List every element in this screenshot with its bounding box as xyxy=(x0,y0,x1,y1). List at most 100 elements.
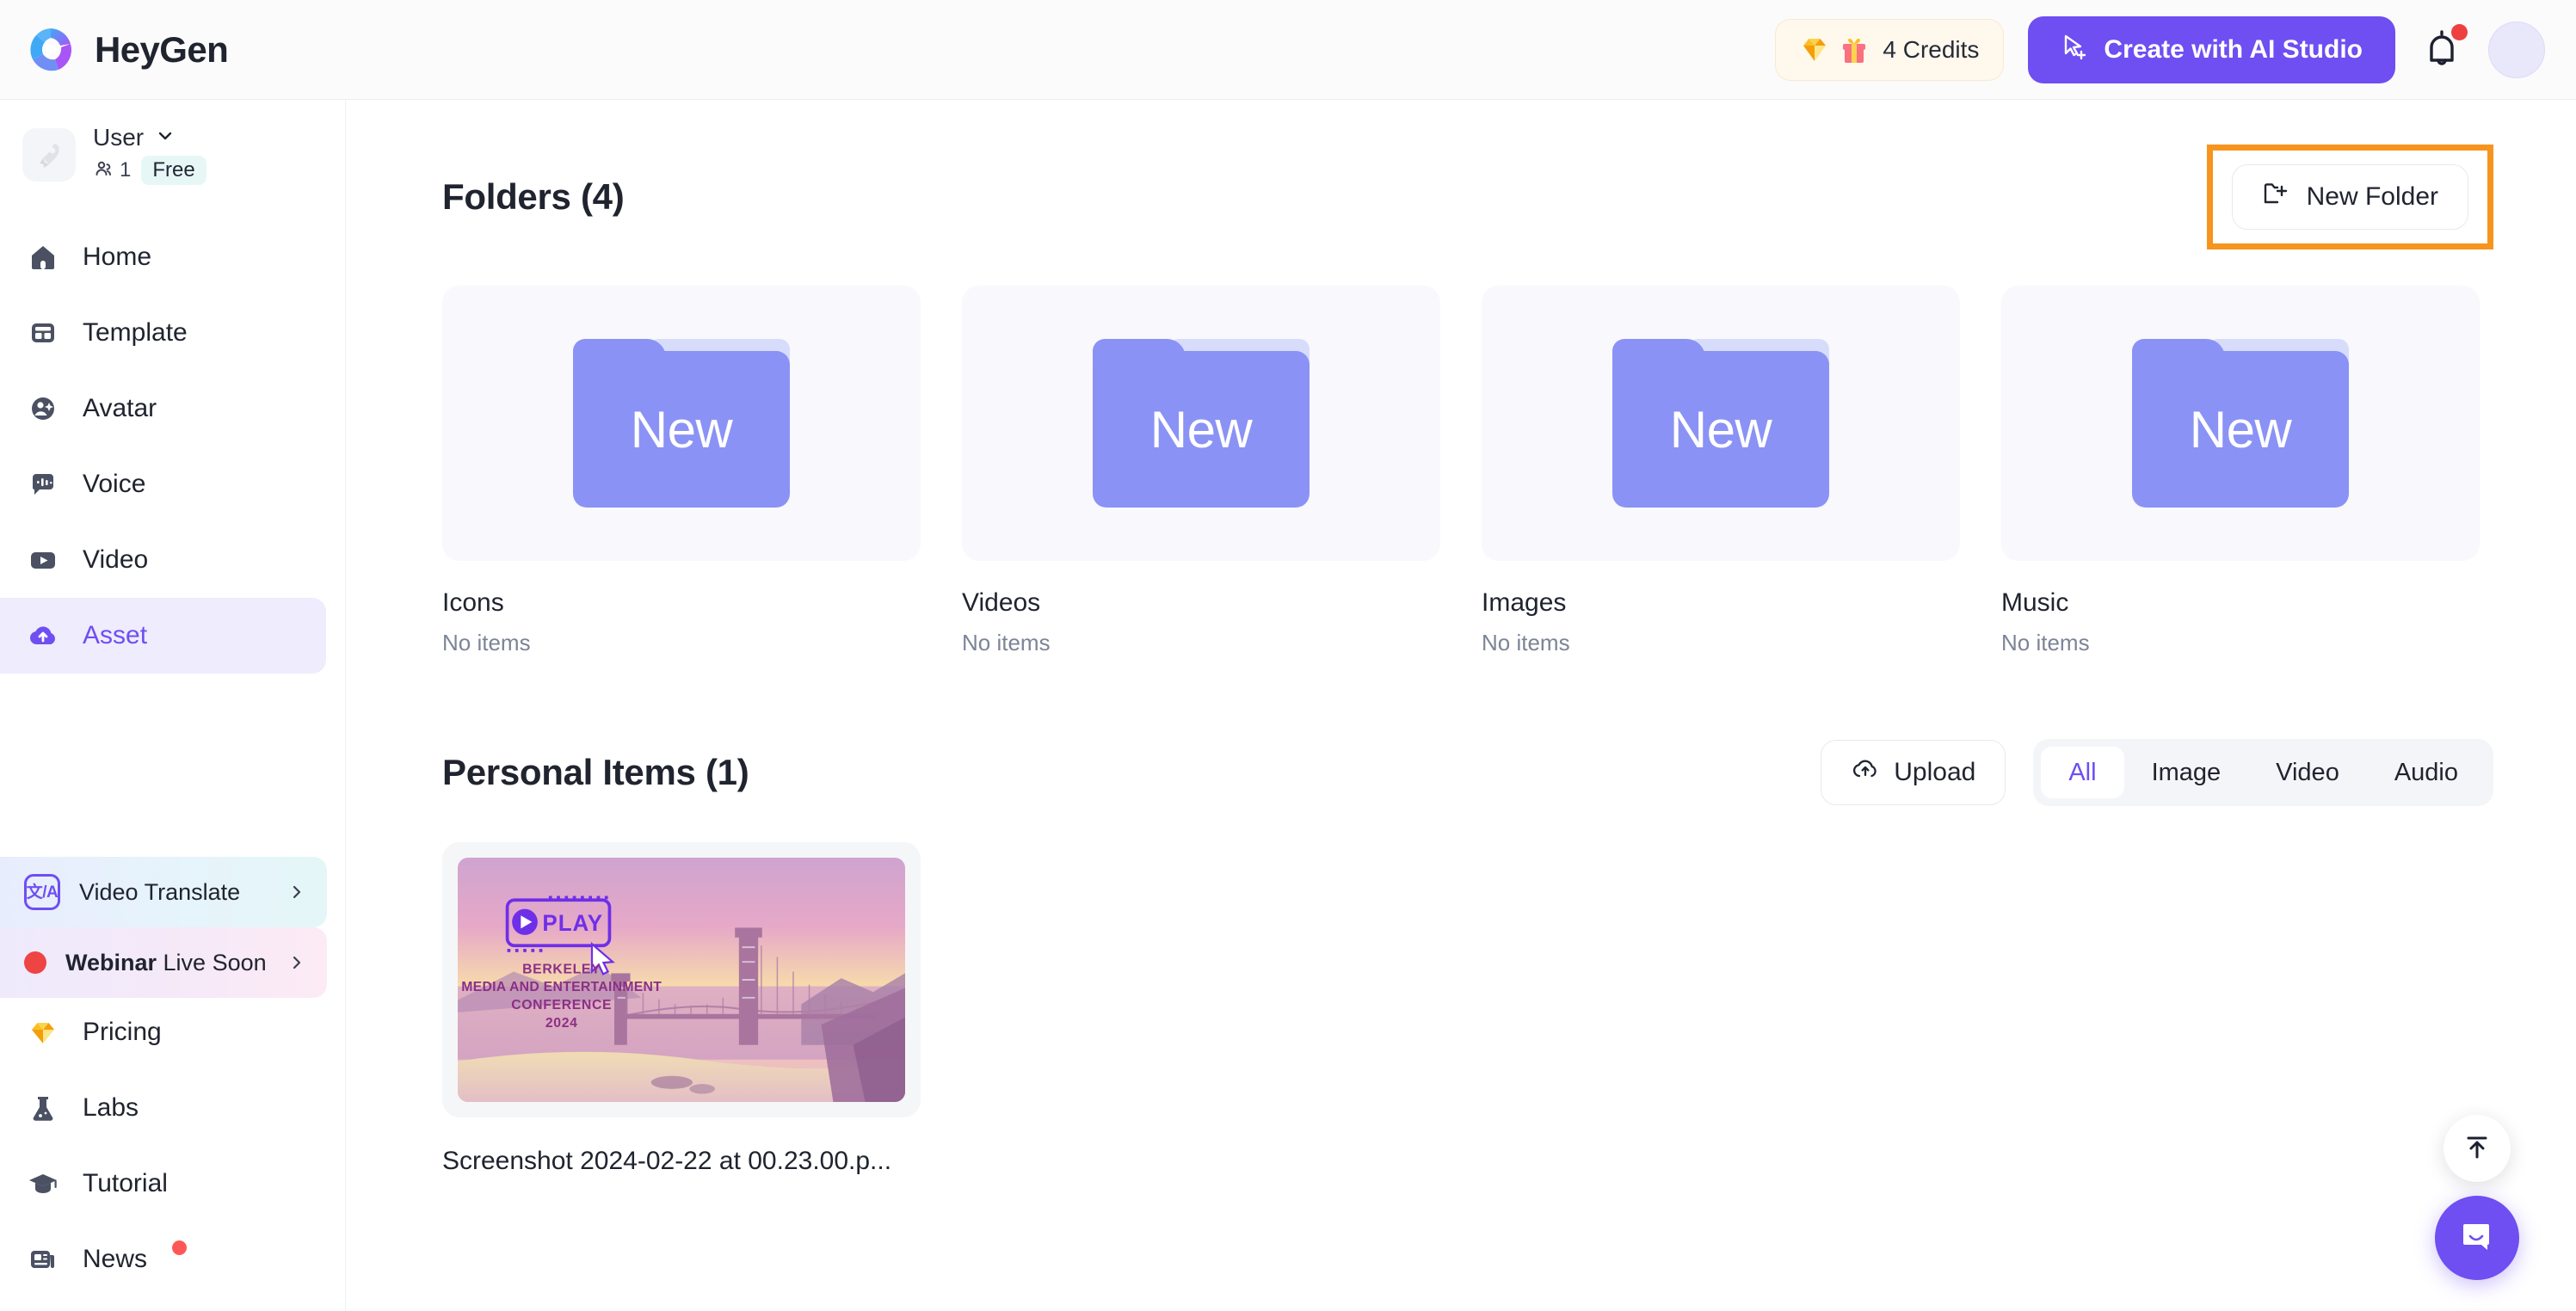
upload-button[interactable]: Upload xyxy=(1821,740,2006,805)
filter-tab-audio[interactable]: Audio xyxy=(2367,747,2486,798)
folders-grid: New Icons No items New Videos No items N… xyxy=(346,249,2576,656)
credits-badge[interactable]: 4 Credits xyxy=(1775,18,2005,81)
folder-badge: New xyxy=(2189,400,2292,459)
sidebar-item-avatar[interactable]: Avatar xyxy=(0,371,326,446)
folder-name: Icons xyxy=(442,588,504,617)
filter-tab-image[interactable]: Image xyxy=(2124,747,2249,798)
sidebar-item-labs[interactable]: Labs xyxy=(0,1070,327,1146)
sidebar-item-video-translate[interactable]: 文/A Video Translate xyxy=(0,857,327,927)
rocket-icon xyxy=(22,127,76,182)
workspace-seats: 1 xyxy=(120,158,132,182)
create-with-ai-studio-button[interactable]: Create with AI Studio xyxy=(2028,15,2395,83)
sidebar-item-label: Video Translate xyxy=(79,878,241,905)
secondary-nav: Pricing Labs Tutorial News xyxy=(0,994,346,1297)
sidebar-item-webinar[interactable]: Webinar Live Soon xyxy=(0,927,327,998)
sidebar-item-news[interactable]: News xyxy=(0,1222,327,1297)
folder-thumbnail: New xyxy=(1482,286,1960,561)
folder-thumbnail: New xyxy=(2001,286,2480,561)
sidebar-item-label: Video xyxy=(83,545,149,574)
chevron-right-icon xyxy=(287,883,306,902)
folders-title: Folders (4) xyxy=(442,176,625,217)
credits-label: 4 Credits xyxy=(1883,35,1980,63)
brand[interactable]: HeyGen xyxy=(0,25,346,75)
sidebar-item-template[interactable]: Template xyxy=(0,295,326,371)
folder-badge: New xyxy=(1669,400,1772,459)
folder-name: Videos xyxy=(962,588,1041,617)
heygen-logo-icon xyxy=(26,25,76,75)
folder-plus-icon xyxy=(2262,179,2291,215)
svg-text:BERKELEY: BERKELEY xyxy=(522,962,601,976)
sidebar-item-tutorial[interactable]: Tutorial xyxy=(0,1146,327,1222)
gem-icon xyxy=(26,1015,60,1049)
sidebar-item-pricing[interactable]: Pricing xyxy=(0,994,327,1070)
top-bar: HeyGen 4 Credits Create with AI Studio xyxy=(0,0,2576,100)
folder-thumbnail: New xyxy=(442,286,921,561)
sidebar-item-video[interactable]: Video xyxy=(0,522,326,598)
sidebar-item-label: Tutorial xyxy=(83,1169,168,1197)
sidebar-item-label: Avatar xyxy=(83,394,157,422)
webinar-bold-label: Webinar xyxy=(65,949,157,976)
sidebar-item-label: Labs xyxy=(83,1093,139,1122)
workspace-plan-badge: Free xyxy=(141,156,206,185)
notification-dot xyxy=(2451,23,2468,40)
cursor-plus-icon xyxy=(2061,33,2088,67)
asset-preview-image: PLAY BERKELEY MEDIA AND ENTERTAINMENT CO… xyxy=(458,858,905,1102)
main-content: Folders (4) New Folder New Icons No item… xyxy=(346,100,2576,1311)
assets-grid: PLAY BERKELEY MEDIA AND ENTERTAINMENT CO… xyxy=(346,806,2576,1176)
folder-item-count: No items xyxy=(1482,630,1570,656)
asset-thumbnail: PLAY BERKELEY MEDIA AND ENTERTAINMENT CO… xyxy=(442,842,921,1117)
folder-item-count: No items xyxy=(442,630,531,656)
webinar-rest-label: Live Soon xyxy=(157,949,267,976)
svg-text:MEDIA AND ENTERTAINMENT: MEDIA AND ENTERTAINMENT xyxy=(461,980,662,994)
asset-type-filter: All Image Video Audio xyxy=(2033,739,2493,806)
sidebar-item-home[interactable]: Home xyxy=(0,219,326,295)
home-icon xyxy=(26,240,60,274)
filter-tab-video[interactable]: Video xyxy=(2248,747,2367,798)
avatar[interactable] xyxy=(2488,21,2545,78)
folder-item-count: No items xyxy=(962,630,1051,656)
primary-nav: Home Template Avatar Voice Video Asset xyxy=(0,204,345,674)
create-with-ai-studio-label: Create with AI Studio xyxy=(2104,34,2363,64)
notifications-button[interactable] xyxy=(2419,23,2468,77)
live-dot-icon xyxy=(24,951,46,974)
chevron-down-icon xyxy=(156,126,175,150)
folder-icon: New xyxy=(1612,339,1829,508)
avatar-face-icon xyxy=(26,391,60,426)
video-icon xyxy=(26,543,60,577)
asset-name: Screenshot 2024-02-22 at 00.23.00.p... xyxy=(442,1147,892,1175)
gift-icon xyxy=(1840,35,1869,65)
upload-cloud-icon xyxy=(1851,754,1880,791)
folder-badge: New xyxy=(1149,400,1253,459)
flask-icon xyxy=(26,1091,60,1125)
filter-tab-all[interactable]: All xyxy=(2041,747,2124,798)
promo-group: 文/A Video Translate Webinar Live Soon xyxy=(0,857,346,998)
folder-name: Music xyxy=(2001,588,2069,617)
folder-card[interactable]: New Videos No items xyxy=(962,286,1440,656)
chat-support-button[interactable] xyxy=(2435,1196,2519,1280)
sidebar-item-label: Webinar Live Soon xyxy=(65,950,267,976)
bell-icon xyxy=(2419,29,2464,77)
chevron-right-icon xyxy=(287,953,306,972)
folders-header: Folders (4) New Folder xyxy=(346,100,2576,249)
new-folder-button[interactable]: New Folder xyxy=(2231,164,2468,230)
sidebar-item-voice[interactable]: Voice xyxy=(0,446,326,522)
svg-text:CONFERENCE: CONFERENCE xyxy=(511,998,612,1012)
upload-label: Upload xyxy=(1894,758,1976,786)
svg-text:PLAY: PLAY xyxy=(542,910,603,936)
top-bar-actions: 4 Credits Create with AI Studio xyxy=(1775,15,2576,83)
asset-card[interactable]: PLAY BERKELEY MEDIA AND ENTERTAINMENT CO… xyxy=(442,842,921,1176)
folder-card[interactable]: New Icons No items xyxy=(442,286,921,656)
sidebar-item-asset[interactable]: Asset xyxy=(0,598,326,674)
folder-card[interactable]: New Images No items xyxy=(1482,286,1960,656)
sidebar-item-label: Pricing xyxy=(83,1018,162,1046)
scroll-to-top-button[interactable] xyxy=(2444,1115,2511,1182)
workspace-switcher[interactable]: User 1 Free xyxy=(0,100,345,204)
folder-card[interactable]: New Music No items xyxy=(2001,286,2480,656)
folder-icon: New xyxy=(1093,339,1310,508)
sidebar-item-label: Voice xyxy=(83,470,146,498)
sidebar-item-label: News xyxy=(83,1245,148,1273)
personal-items-title: Personal Items (1) xyxy=(442,752,749,792)
asset-cloud-icon xyxy=(26,619,60,653)
folder-thumbnail: New xyxy=(962,286,1440,561)
sidebar-item-label: Home xyxy=(83,243,152,271)
